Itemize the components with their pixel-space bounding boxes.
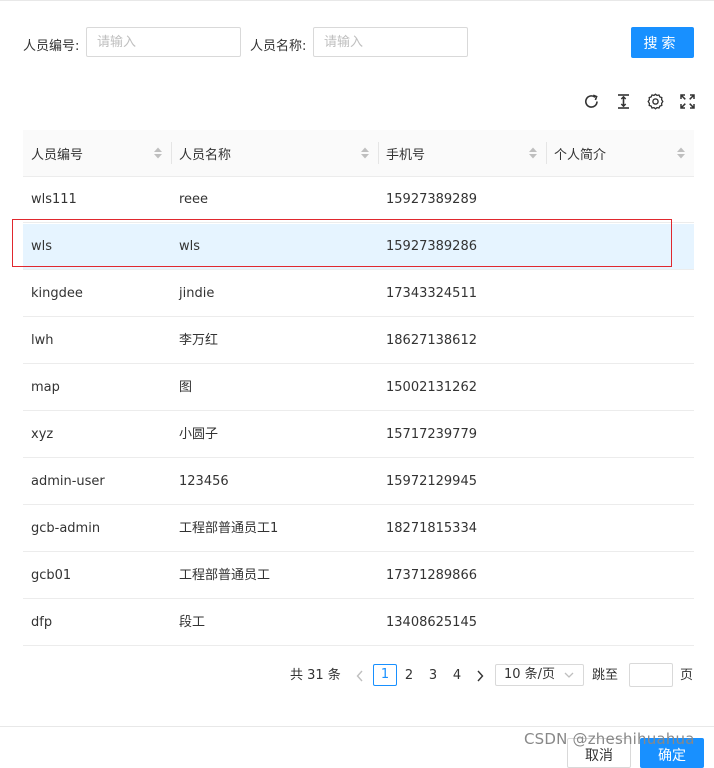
table-row[interactable]: map 图 15002131262 <box>23 365 694 411</box>
sort-icon[interactable] <box>360 146 370 160</box>
cell-person-code: wls111 <box>31 192 77 207</box>
cell-person-code: gcb-admin <box>31 521 101 536</box>
jump-page-input[interactable] <box>629 663 673 687</box>
cell-phone: 15002131262 <box>386 380 477 395</box>
sort-icon[interactable] <box>676 146 686 160</box>
cell-person-code: gcb01 <box>31 568 72 583</box>
cell-person-name: 小圆子 <box>179 427 219 442</box>
table-row[interactable]: admin-user 123456 15972129945 <box>23 459 694 505</box>
column-header-label: 个人简介 <box>554 147 607 163</box>
cell-person-name: 图 <box>179 380 193 395</box>
cell-person-name: jindie <box>179 286 215 301</box>
column-header-person-code[interactable]: 人员编号 <box>23 130 171 176</box>
person-code-label: 人员编号: <box>23 39 80 54</box>
page-size-value: 10 条/页 <box>504 667 556 682</box>
jump-label: 跳至 <box>592 668 619 683</box>
cell-phone: 15927389289 <box>386 192 477 207</box>
person-name-input[interactable] <box>313 27 468 57</box>
cell-phone: 17343324511 <box>386 286 477 301</box>
cell-person-code: dfp <box>31 615 53 630</box>
search-button[interactable]: 搜索 <box>631 27 694 58</box>
cell-person-name: wls <box>179 239 201 254</box>
cell-person-code: lwh <box>31 333 54 348</box>
column-header-intro[interactable]: 个人简介 <box>546 130 694 176</box>
cell-person-name: 李万红 <box>179 333 219 348</box>
table-row[interactable]: wls111 reee 15927389289 <box>23 177 694 223</box>
column-header-person-name[interactable]: 人员名称 <box>171 130 378 176</box>
table-header: 人员编号 人员名称 手机号 个人简介 <box>23 130 694 177</box>
cell-person-code: xyz <box>31 427 54 442</box>
cell-phone: 13408625145 <box>386 615 477 630</box>
cell-phone: 15717239779 <box>386 427 477 442</box>
table-row-selected[interactable]: wls wls 15927389286 <box>23 224 694 270</box>
chevron-down-icon <box>564 672 574 678</box>
cell-person-name: 工程部普通员工1 <box>179 521 279 536</box>
next-page-icon[interactable] <box>475 664 487 688</box>
table-row[interactable]: gcb-admin 工程部普通员工1 18271815334 <box>23 506 694 552</box>
cell-person-name: reee <box>179 192 209 207</box>
cell-person-code: admin-user <box>31 474 105 489</box>
top-divider <box>0 0 714 1</box>
person-name-label: 人员名称: <box>250 39 307 54</box>
fullscreen-icon[interactable] <box>678 92 696 110</box>
cell-phone: 17371289866 <box>386 568 477 583</box>
footer-divider <box>0 726 714 727</box>
cell-person-name: 123456 <box>179 474 229 489</box>
cell-phone: 18627138612 <box>386 333 477 348</box>
sort-icon[interactable] <box>153 146 163 160</box>
cell-phone: 15927389286 <box>386 239 477 254</box>
cell-person-code: map <box>31 380 60 395</box>
refresh-icon[interactable] <box>582 92 600 110</box>
column-header-label: 手机号 <box>386 147 426 163</box>
column-header-phone[interactable]: 手机号 <box>378 130 546 176</box>
prev-page-icon[interactable] <box>355 664 367 688</box>
cell-phone: 18271815334 <box>386 521 477 536</box>
column-header-label: 人员编号 <box>31 147 84 163</box>
page-button[interactable]: 2 <box>401 664 417 688</box>
page-button[interactable]: 4 <box>449 664 465 688</box>
table-row[interactable]: dfp 段工 13408625145 <box>23 600 694 646</box>
cell-person-name: 工程部普通员工 <box>179 568 271 583</box>
table-row[interactable]: gcb01 工程部普通员工 17371289866 <box>23 553 694 599</box>
cell-person-code: kingdee <box>31 286 83 301</box>
sort-icon[interactable] <box>528 146 538 160</box>
settings-icon[interactable] <box>646 92 664 110</box>
pagination-total: 共 31 条 <box>290 668 341 683</box>
watermark: CSDN @zheshihuahua <box>524 730 695 748</box>
cell-phone: 15972129945 <box>386 474 477 489</box>
table-row[interactable]: lwh 李万红 18627138612 <box>23 318 694 364</box>
page-size-select[interactable]: 10 条/页 <box>495 664 584 686</box>
cell-person-code: wls <box>31 239 53 254</box>
column-height-icon[interactable] <box>614 92 632 110</box>
column-header-label: 人员名称 <box>179 147 232 163</box>
table-row[interactable]: kingdee jindie 17343324511 <box>23 271 694 317</box>
page-unit-label: 页 <box>680 668 694 683</box>
person-code-input[interactable] <box>86 27 241 57</box>
cell-person-name: 段工 <box>179 615 206 630</box>
table-row[interactable]: xyz 小圆子 15717239779 <box>23 412 694 458</box>
page-button-current[interactable]: 1 <box>373 664 397 686</box>
page-button[interactable]: 3 <box>425 664 441 688</box>
